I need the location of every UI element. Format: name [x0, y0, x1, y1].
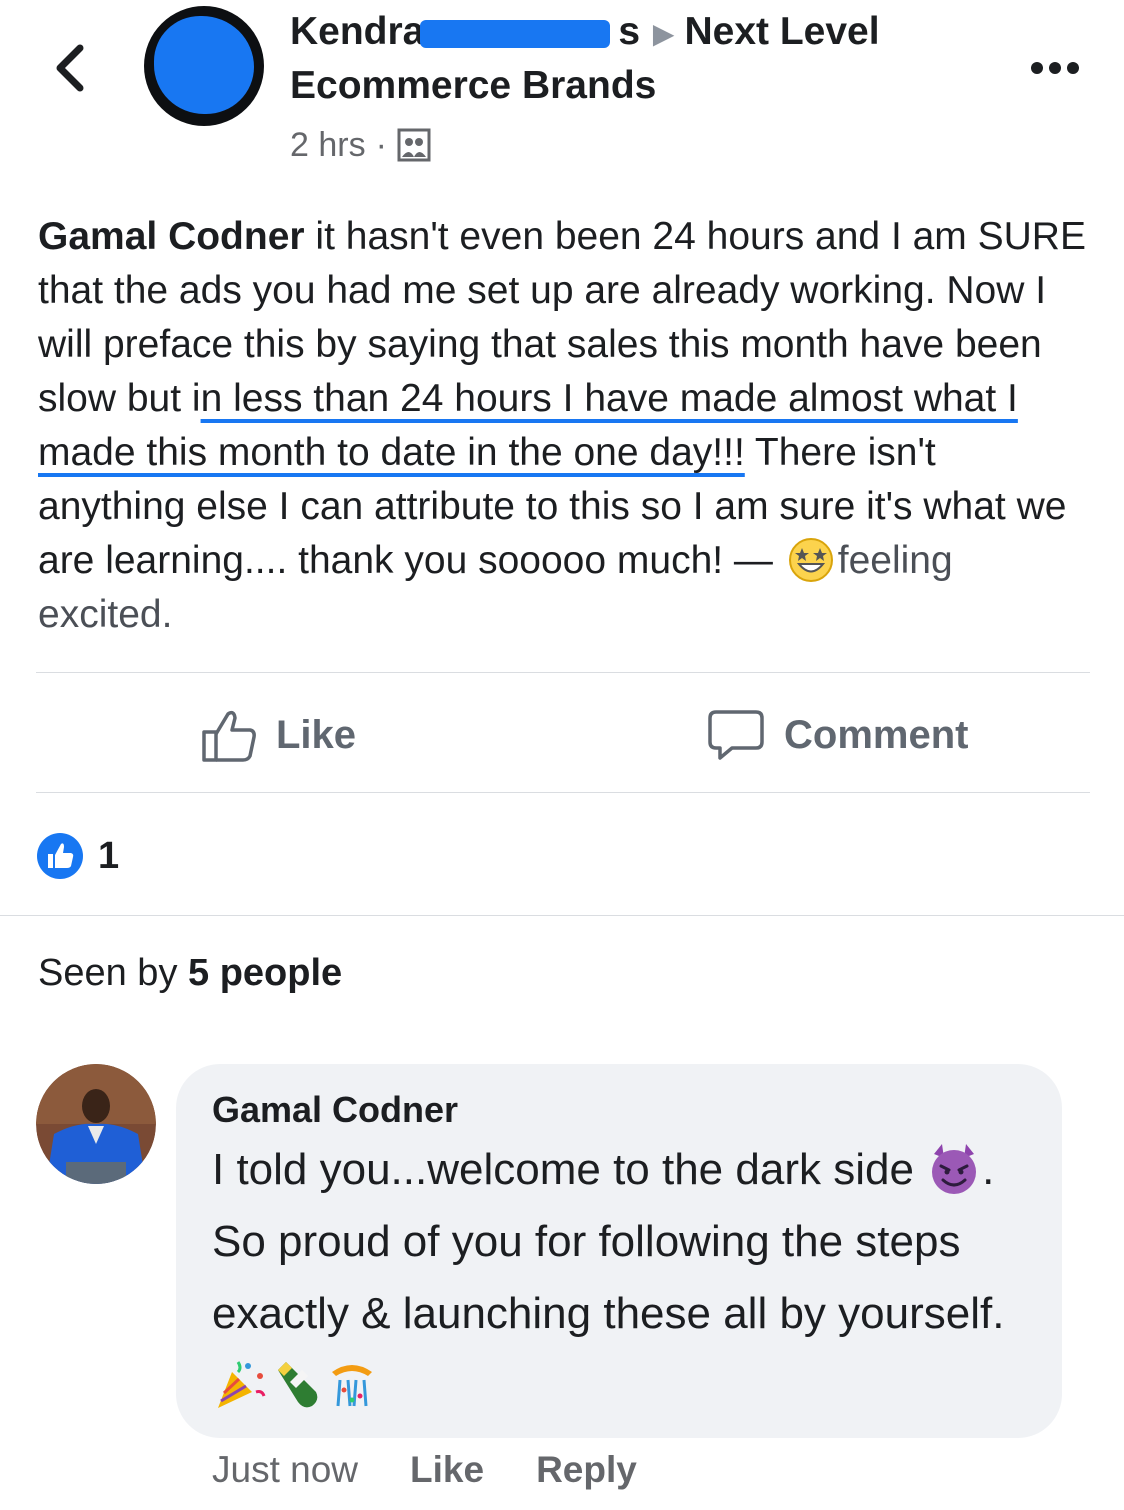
grinning-star-eyes-emoji	[788, 538, 833, 582]
comment-text: I told you...welcome to the dark side . …	[212, 1134, 1026, 1422]
group-name-line1[interactable]: Next Level	[684, 10, 879, 53]
redaction-bar	[420, 19, 611, 48]
mention-link[interactable]: Gamal Codner	[38, 215, 305, 258]
divider	[0, 915, 1124, 916]
commenter-avatar[interactable]	[36, 1064, 156, 1184]
divider	[36, 672, 1090, 673]
post-screen: Kendra s ▶ Next Level Ecommerce Brands 2 h…	[0, 0, 1124, 1510]
redacted-tail: s	[618, 10, 641, 53]
comment-bubble: Gamal Codner I told you...welcome to the…	[176, 1064, 1062, 1438]
post-meta: 2 hrs ·	[290, 126, 990, 165]
post-header: Kendra s ▶ Next Level Ecommerce Brands 2 h…	[290, 6, 990, 165]
thumbs-up-icon	[202, 710, 256, 762]
seen-prefix: Seen by	[38, 952, 188, 994]
group-name-line2[interactable]: Ecommerce Brands	[290, 60, 990, 112]
comment-text-part1: I told you...welcome to the dark side	[212, 1145, 927, 1194]
seen-by[interactable]: Seen by 5 people	[38, 952, 342, 995]
author-name[interactable]: Kendra	[290, 10, 424, 53]
like-reaction-icon	[37, 833, 83, 879]
confetti-ball-emoji	[332, 1365, 372, 1407]
reaction-summary[interactable]: 1	[36, 832, 119, 880]
comment-icon	[708, 710, 764, 760]
comment-reply-button[interactable]: Reply	[536, 1444, 637, 1496]
reaction-count: 1	[98, 834, 120, 877]
group-icon	[397, 128, 431, 162]
party-popper-emoji	[218, 1361, 266, 1408]
comment-button[interactable]: Comment	[706, 700, 968, 770]
like-label: Like	[276, 712, 357, 757]
like-button[interactable]: Like	[200, 700, 356, 770]
meta-separator: ·	[375, 125, 387, 164]
smiling-devil-emoji	[932, 1144, 977, 1194]
author-avatar[interactable]	[144, 6, 264, 126]
post-time[interactable]: 2 hrs	[290, 126, 366, 165]
arrow-right-icon: ▶	[652, 17, 675, 49]
champagne-emoji	[278, 1362, 318, 1408]
comment-label: Comment	[784, 712, 969, 757]
more-options-icon[interactable]	[1030, 58, 1080, 78]
header-title-line: Kendra s ▶ Next Level	[290, 6, 990, 60]
comment-author[interactable]: Gamal Codner	[212, 1086, 1026, 1134]
comment-footer: Just now Like Reply	[212, 1444, 637, 1496]
comment-like-button[interactable]: Like	[410, 1444, 484, 1496]
divider	[36, 792, 1090, 793]
post-text: Gamal Codner it hasn't even been 24 hour…	[38, 210, 1088, 642]
back-chevron-icon[interactable]	[44, 38, 100, 98]
seen-count: 5 people	[188, 952, 343, 994]
redaction-scribble	[154, 16, 254, 114]
comment-time[interactable]: Just now	[212, 1444, 358, 1496]
